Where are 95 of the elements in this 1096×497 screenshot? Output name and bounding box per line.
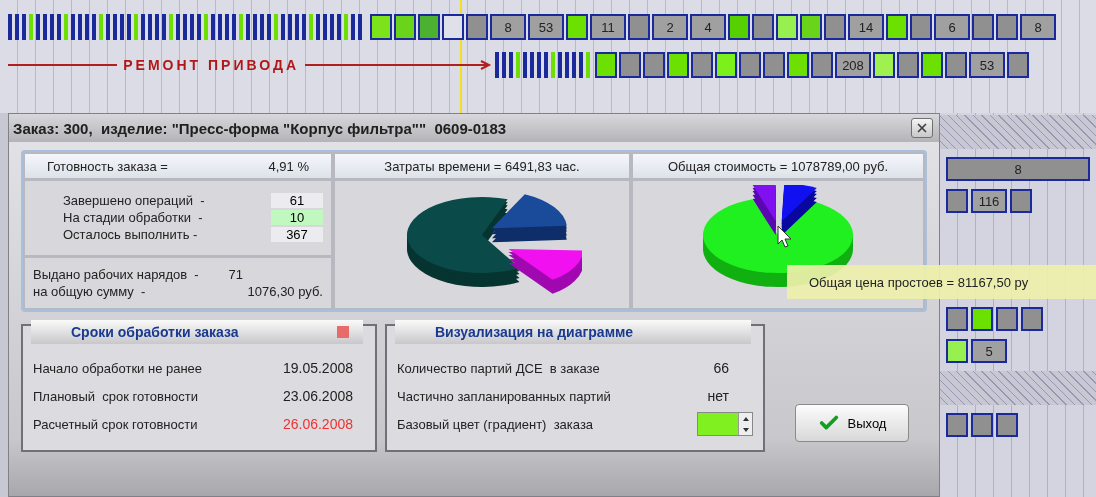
readiness-value: 4,91 %: [268, 158, 309, 174]
task-bar[interactable]: 116: [971, 189, 1007, 213]
task-bar[interactable]: [946, 339, 968, 363]
setting-label: Базовый цвет (градиент) заказа: [397, 416, 594, 432]
task-bar[interactable]: 5: [971, 339, 1007, 363]
task-bar[interactable]: [394, 14, 416, 40]
work-order-value: 71: [228, 266, 243, 282]
task-bar[interactable]: [921, 52, 943, 78]
task-bar[interactable]: [752, 14, 774, 40]
task-bar[interactable]: [619, 52, 641, 78]
task-bar[interactable]: [763, 52, 785, 78]
task-bar[interactable]: [910, 14, 932, 40]
task-bar[interactable]: [996, 413, 1018, 437]
operation-count: 10: [271, 210, 323, 226]
task-bar[interactable]: [1007, 52, 1029, 78]
date-value: 23.06.2008: [282, 388, 354, 404]
operation-label: Осталось выполнить -: [63, 227, 198, 243]
task-bar[interactable]: [1021, 307, 1043, 331]
task-bar[interactable]: [776, 14, 798, 40]
cursor-icon: [777, 225, 793, 249]
work-order-label: на общую сумму -: [33, 283, 146, 299]
spin-up-button[interactable]: [738, 413, 752, 424]
chart-title: Общая стоимость = 1078789,00 руб.: [667, 158, 889, 174]
indicator-icon: [337, 326, 349, 338]
task-bar[interactable]: [739, 52, 761, 78]
task-bar[interactable]: [824, 14, 846, 40]
task-bar[interactable]: [628, 14, 650, 40]
task-bar[interactable]: [946, 413, 968, 437]
setting-label: Количество партий ДСЕ в заказе: [397, 360, 600, 376]
up-arrow-icon: [742, 416, 749, 421]
task-bar[interactable]: 208: [835, 52, 871, 78]
task-bar[interactable]: [800, 14, 822, 40]
task-bar[interactable]: 4: [690, 14, 726, 40]
task-bar[interactable]: 8: [1020, 14, 1056, 40]
task-bar[interactable]: [897, 52, 919, 78]
setting-value: 66: [713, 360, 730, 376]
task-bar[interactable]: [971, 307, 993, 331]
task-bar[interactable]: [1010, 189, 1032, 213]
chart-title: Затраты времени = 6491,83 час.: [384, 158, 580, 174]
task-bar[interactable]: [418, 14, 440, 40]
task-bar[interactable]: [873, 52, 895, 78]
exit-button[interactable]: Выход: [795, 404, 909, 442]
work-order-value: 1076,30 руб.: [247, 283, 323, 299]
task-bar[interactable]: [886, 14, 908, 40]
date-label: Начало обработки не ранее: [33, 360, 203, 376]
task-bar[interactable]: [691, 52, 713, 78]
task-bar[interactable]: [946, 189, 968, 213]
task-bar[interactable]: 11: [590, 14, 626, 40]
group-title: Визуализация на диаграмме: [435, 324, 634, 340]
task-bar[interactable]: [667, 52, 689, 78]
color-picker[interactable]: [697, 412, 753, 436]
task-bar[interactable]: [442, 14, 464, 40]
task-bar[interactable]: 8: [490, 14, 526, 40]
task-bar[interactable]: [595, 52, 617, 78]
window-title: Заказ: 300, изделие: "Пресс-форма "Корпус фильтра"" 0609-0183: [13, 119, 507, 137]
operation-count: 367: [271, 227, 323, 243]
task-bar[interactable]: [946, 307, 968, 331]
operation-label: Завершено операций -: [63, 193, 205, 209]
task-bar[interactable]: [971, 413, 993, 437]
task-bar[interactable]: [643, 52, 665, 78]
task-bar[interactable]: [996, 307, 1018, 331]
close-button[interactable]: [911, 118, 933, 138]
task-bar[interactable]: [566, 14, 588, 40]
close-icon: [915, 121, 929, 135]
task-bar[interactable]: [466, 14, 488, 40]
task-bar[interactable]: [787, 52, 809, 78]
task-bar[interactable]: [811, 52, 833, 78]
readiness-label: Готовность заказа =: [47, 158, 168, 174]
task-bar[interactable]: 2: [652, 14, 688, 40]
operation-count: 61: [271, 193, 323, 209]
task-bar[interactable]: [370, 14, 392, 40]
task-bar[interactable]: [715, 52, 737, 78]
task-bar[interactable]: 53: [528, 14, 564, 40]
task-bar[interactable]: [996, 14, 1018, 40]
date-label: Расчетный срок готовности: [33, 416, 198, 432]
work-order-label: Выдано рабочих нарядов -: [33, 266, 199, 282]
color-swatch: [698, 413, 738, 435]
setting-value: нет: [707, 388, 730, 404]
task-bar[interactable]: [945, 52, 967, 78]
group-title: Сроки обработки заказа: [71, 324, 239, 340]
date-value: 26.06.2008: [282, 416, 354, 432]
tooltip: Общая цена простоев = 81167,50 ру: [787, 265, 1096, 299]
task-bar[interactable]: 14: [848, 14, 884, 40]
task-bar[interactable]: [972, 14, 994, 40]
task-label: РЕМОНТ ПРИВОДА: [123, 57, 299, 73]
date-value: 19.05.2008: [282, 360, 354, 376]
task-bar[interactable]: 8: [946, 157, 1090, 181]
setting-label: Частично запланированных партий: [397, 388, 611, 404]
operation-label: На стадии обработки -: [63, 210, 203, 226]
task-bar[interactable]: 6: [934, 14, 970, 40]
down-arrow-icon: [742, 427, 749, 432]
task-bar[interactable]: 53: [969, 52, 1005, 78]
date-label: Плановый срок готовности: [33, 388, 199, 404]
spin-down-button[interactable]: [738, 424, 752, 435]
task-bar[interactable]: [728, 14, 750, 40]
